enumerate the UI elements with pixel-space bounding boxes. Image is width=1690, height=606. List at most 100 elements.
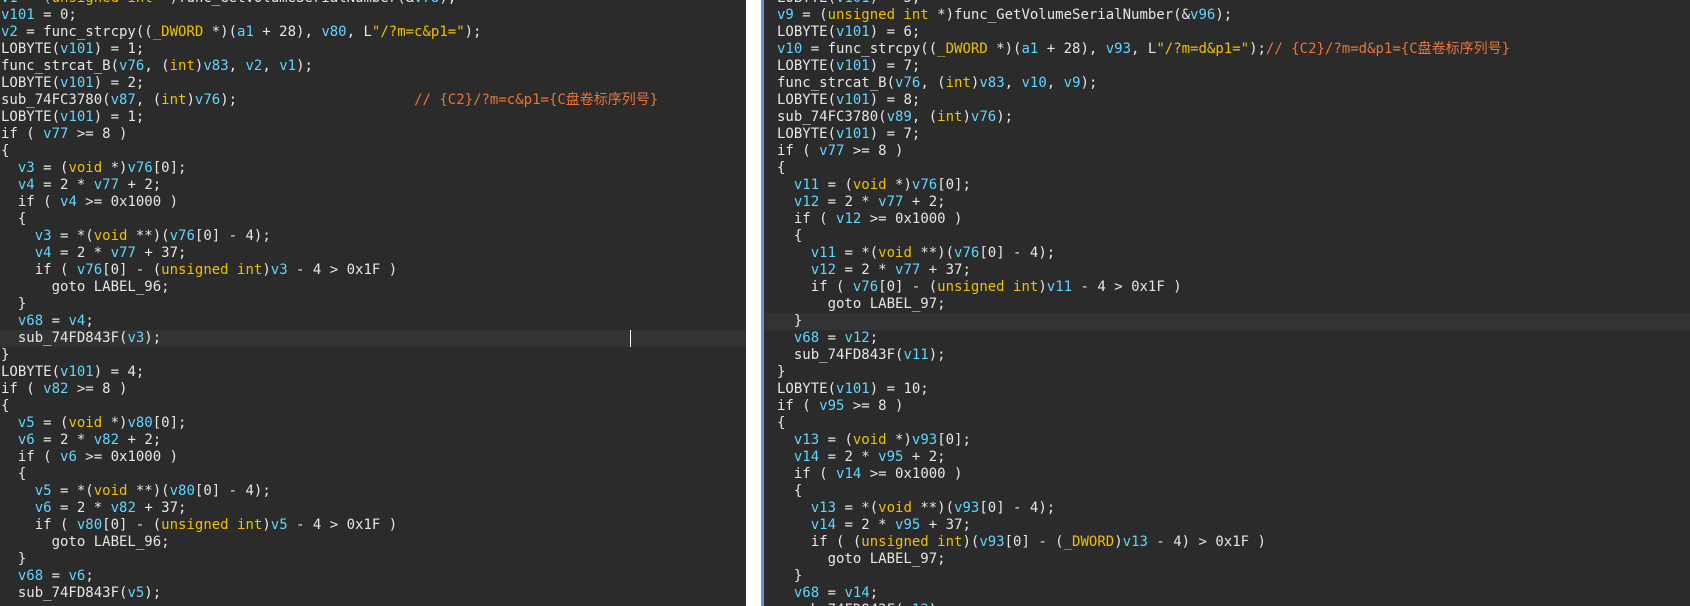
code-line[interactable]: if ( v12 >= 0x1000 ): [764, 211, 1690, 228]
code-line[interactable]: LOBYTE(v101) = 4;: [0, 364, 746, 381]
code-line[interactable]: if ( (unsigned int)(v93[0] - (_DWORD)v13…: [764, 534, 1690, 551]
code-line[interactable]: }: [764, 364, 1690, 381]
code-line[interactable]: v68 = v14;: [764, 585, 1690, 602]
code-line[interactable]: v12 = 2 * v77 + 37;: [764, 262, 1690, 279]
code-text: ;: [85, 568, 94, 584]
code-line[interactable]: v68 = v12;: [764, 330, 1690, 347]
code-line[interactable]: sub_74FC3780(v89, (int)v76);: [764, 109, 1690, 126]
variable-token: v93: [911, 432, 938, 448]
code-line[interactable]: {: [0, 466, 746, 483]
code-line[interactable]: v12 = 2 * v77 + 2;: [764, 194, 1690, 211]
code-text: ) = 1;: [93, 109, 145, 125]
code-line[interactable]: goto LABEL_97;: [764, 296, 1690, 313]
code-line[interactable]: if ( v4 >= 0x1000 ): [0, 194, 746, 211]
code-line[interactable]: sub_74FD843F(v5);: [0, 585, 746, 602]
code-line[interactable]: }: [0, 551, 746, 568]
string-literal: "/?m=c&p1=": [371, 24, 465, 40]
right-code-pane[interactable]: LOBYTE(v101) = 5;v9 = (unsigned int *)fu…: [761, 0, 1690, 606]
code-line[interactable]: v68 = v4;: [0, 313, 746, 330]
code-line[interactable]: v101 = 0;: [0, 7, 746, 24]
variable-token: v14: [810, 517, 837, 533]
code-text: }: [1, 551, 27, 567]
code-line[interactable]: }: [0, 347, 746, 364]
code-line[interactable]: sub_74FC3780(v87, (int)v76); // {C2}/?m=…: [0, 92, 746, 109]
code-line[interactable]: LOBYTE(v101) = 10;: [764, 381, 1690, 398]
code-line[interactable]: LOBYTE(v101) = 2;: [0, 75, 746, 92]
code-text: [0];: [937, 177, 971, 193]
code-text: }: [1, 296, 27, 312]
code-line[interactable]: v6 = 2 * v82 + 2;: [0, 432, 746, 449]
code-line[interactable]: v3 = *(void **)(v76[0] - 4);: [0, 228, 746, 245]
code-line[interactable]: v13 = *(void **)(v93[0] - 4);: [764, 500, 1690, 517]
code-line[interactable]: v1 = (unsigned int *)func_GetVolumeSeria…: [0, 0, 746, 7]
code-line[interactable]: if ( v82 >= 8 ): [0, 381, 746, 398]
code-line[interactable]: if ( v95 >= 8 ): [764, 398, 1690, 415]
code-text: = 2 *: [819, 449, 879, 465]
code-line[interactable]: v14 = 2 * v95 + 37;: [764, 517, 1690, 534]
code-text: ;: [869, 330, 879, 346]
code-line[interactable]: goto LABEL_97;: [764, 551, 1690, 568]
code-line[interactable]: }: [764, 568, 1690, 585]
code-line[interactable]: LOBYTE(v101) = 6;: [764, 24, 1690, 41]
code-line[interactable]: v11 = (void *)v76[0];: [764, 177, 1690, 194]
code-line[interactable]: if ( v6 >= 0x1000 ): [0, 449, 746, 466]
code-line[interactable]: LOBYTE(v101) = 1;: [0, 41, 746, 58]
code-line[interactable]: goto LABEL_96;: [0, 534, 746, 551]
right-code-view[interactable]: LOBYTE(v101) = 5;v9 = (unsigned int *)fu…: [764, 0, 1690, 606]
code-line[interactable]: v3 = (void *)v76[0];: [0, 160, 746, 177]
code-line[interactable]: func_strcat_B(v76, (int)v83, v10, v9);: [764, 75, 1690, 92]
code-text: [0] - 4);: [979, 500, 1056, 516]
code-line[interactable]: v4 = 2 * v77 + 2;: [0, 177, 746, 194]
code-text: = *(: [836, 245, 879, 261]
left-code-view[interactable]: v1 = (unsigned int *)func_GetVolumeSeria…: [0, 0, 746, 602]
code-line[interactable]: v5 = *(void **)(v80[0] - 4);: [0, 483, 746, 500]
code-line[interactable]: func_strcat_B(v76, (int)v83, v2, v1);: [0, 58, 746, 75]
code-line[interactable]: if ( v77 >= 8 ): [0, 126, 746, 143]
code-line[interactable]: v9 = (unsigned int *)func_GetVolumeSeria…: [764, 7, 1690, 24]
code-line[interactable]: v10 = func_strcpy((_DWORD *)(a1 + 28), v…: [764, 41, 1690, 58]
code-line[interactable]: {: [764, 483, 1690, 500]
code-line[interactable]: if ( v14 >= 0x1000 ): [764, 466, 1690, 483]
code-line[interactable]: {: [0, 143, 746, 160]
code-line[interactable]: LOBYTE(v101) = 7;: [764, 58, 1690, 75]
code-line[interactable]: if ( v80[0] - (unsigned int)v5 - 4 > 0x1…: [0, 517, 746, 534]
code-line[interactable]: LOBYTE(v101) = 8;: [764, 92, 1690, 109]
code-line[interactable]: {: [0, 211, 746, 228]
code-line[interactable]: sub_74FD843F(v11);: [764, 347, 1690, 364]
code-line[interactable]: LOBYTE(v101) = 1;: [0, 109, 746, 126]
code-line[interactable]: {: [764, 228, 1690, 245]
code-line[interactable]: v14 = 2 * v95 + 2;: [764, 449, 1690, 466]
code-line[interactable]: v4 = 2 * v77 + 37;: [0, 245, 746, 262]
code-line-current[interactable]: sub_74FD843F(v3);: [0, 330, 746, 347]
code-line[interactable]: if ( v76[0] - (unsigned int)v11 - 4 > 0x…: [764, 279, 1690, 296]
code-line[interactable]: {: [764, 415, 1690, 432]
left-code-pane[interactable]: v1 = (unsigned int *)func_GetVolumeSeria…: [0, 0, 746, 606]
code-line[interactable]: v6 = 2 * v82 + 37;: [0, 500, 746, 517]
code-line-current[interactable]: }: [764, 313, 1690, 330]
code-line[interactable]: goto LABEL_96;: [0, 279, 746, 296]
code-line[interactable]: v5 = (void *)v80[0];: [0, 415, 746, 432]
code-line[interactable]: if ( v76[0] - (unsigned int)v3 - 4 > 0x1…: [0, 262, 746, 279]
code-line[interactable]: {: [0, 398, 746, 415]
code-text: LOBYTE(: [777, 92, 837, 108]
code-line[interactable]: {: [764, 160, 1690, 177]
variable-token: v77: [93, 177, 120, 193]
variable-token: v76: [194, 92, 221, 108]
code-line[interactable]: LOBYTE(v101) = 5;: [764, 0, 1690, 7]
code-line[interactable]: v2 = func_strcpy((_DWORD *)(a1 + 28), v8…: [0, 24, 746, 41]
code-line[interactable]: v11 = *(void **)(v76[0] - 4);: [764, 245, 1690, 262]
code-text: sub_74FC3780(: [1, 92, 111, 108]
code-line[interactable]: sub_74FD843F(v13);: [764, 602, 1690, 606]
code-line[interactable]: LOBYTE(v101) = 7;: [764, 126, 1690, 143]
code-line[interactable]: v68 = v6;: [0, 568, 746, 585]
code-line[interactable]: }: [0, 296, 746, 313]
variable-token: v76: [127, 160, 153, 176]
variable-token: v77: [878, 194, 904, 210]
code-line[interactable]: v13 = (void *)v93[0];: [764, 432, 1690, 449]
code-line[interactable]: if ( v77 >= 8 ): [764, 143, 1690, 160]
